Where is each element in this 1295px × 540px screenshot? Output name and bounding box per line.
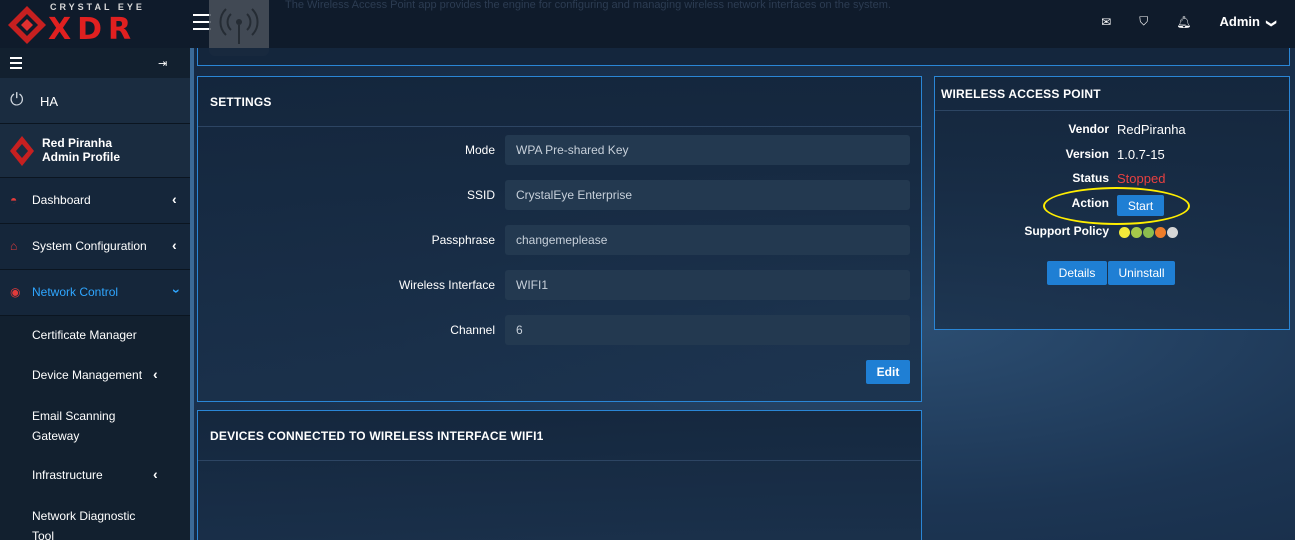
top-bar: CRYSTAL EYE XDR The Wireless Access Poin… [0,0,1295,56]
admin-label: Admin [1219,14,1260,29]
support-dot [1143,227,1154,238]
vendor-label: Vendor [1068,122,1109,136]
sidebar-toolbar: ⇥ [0,48,190,78]
sidebar-item-label: Dashboard [32,193,91,207]
sidebar: ⇥ ⏻ HA Red Piranha Admin Profile ◓ Dashb… [0,48,190,540]
crystal-eye-logo[interactable]: CRYSTAL EYE XDR [0,0,190,48]
support-dot [1167,227,1178,238]
app-description: The Wireless Access Point app provides t… [285,0,891,11]
sidebar-collapse-icon[interactable] [10,57,22,72]
uninstall-button[interactable]: Uninstall [1108,261,1175,285]
wireless-interface-field[interactable] [505,270,910,300]
devices-panel: DEVICES CONNECTED TO WIRELESS INTERFACE … [197,410,922,540]
wireless-interface-label: Wireless Interface [398,278,495,292]
settings-panel: SETTINGS Mode SSID Passphrase Wireless I… [197,76,922,402]
support-dot [1119,227,1130,238]
sidebar-item-network-control[interactable]: ◉ Network Control ‹ [0,270,190,316]
form-row-passphrase: Passphrase [198,225,923,255]
support-policy-indicator [1119,227,1178,238]
power-icon: ⏻ [10,90,24,109]
chevron-left-icon: ‹ [172,191,177,207]
version-label: Version [1065,147,1109,161]
app-info-panel [197,48,1290,66]
mode-field[interactable] [505,135,910,165]
sidebar-item-label: System Configuration [32,239,147,253]
sidebar-item-system-configuration[interactable]: ⌂ System Configuration ‹ [0,224,190,270]
profile-logo-icon [10,136,34,166]
admin-menu[interactable]: Admin ❯ [1219,14,1277,29]
channel-field[interactable] [505,315,910,345]
sidebar-subitem-label: Infrastructure [32,468,103,482]
sidebar-subitem-device-management[interactable]: Device Management ‹ [0,356,190,396]
action-label: Action [1071,196,1109,210]
chevron-left-icon: ‹ [153,366,158,382]
sidebar-profile[interactable]: Red Piranha Admin Profile [0,124,190,178]
status-row: Status Stopped [935,168,1291,188]
sidebar-subitem-label: Email Scanning Gateway [32,409,116,443]
bell-icon[interactable]: 🔔︎ [1176,15,1191,29]
logo-main-text: XDR [48,12,138,47]
sidebar-scrollbar[interactable] [190,48,194,540]
chevron-left-icon: ‹ [172,237,177,253]
home-icon: ⌂ [10,239,18,253]
version-value: 1.0.7-15 [1117,147,1165,162]
start-button[interactable]: Start [1117,195,1164,216]
shield-icon[interactable]: ⛉ [1139,14,1148,29]
mail-icon[interactable]: ✉ [1101,15,1111,29]
profile-role: Admin Profile [42,150,121,164]
support-dot [1155,227,1166,238]
status-value: Stopped [1117,171,1166,186]
passphrase-field[interactable] [505,225,910,255]
sidebar-subitem-label: Network Diagnostic Tool [32,509,136,540]
devices-title: DEVICES CONNECTED TO WIRELESS INTERFACE … [198,411,921,461]
sidebar-item-ha[interactable]: ⏻ HA [0,78,190,124]
top-right-controls: ✉ ⛉ 🔔︎ Admin ❯ [1101,14,1277,29]
sidebar-subitem-certificate-manager[interactable]: Certificate Manager [0,316,190,356]
form-row-channel: Channel [198,315,923,345]
ssid-field[interactable] [505,180,910,210]
sidebar-subitem-network-diagnostic-tool[interactable]: Network Diagnostic Tool [0,496,190,540]
sidebar-subitem-label: Device Management [32,368,143,382]
passphrase-label: Passphrase [431,233,495,247]
sidebar-item-dashboard[interactable]: ◓ Dashboard ‹ [0,178,190,224]
ha-label: HA [40,94,59,109]
sidebar-item-label: Network Control [32,285,119,299]
support-policy-label: Support Policy [1024,224,1109,238]
wap-title: WIRELESS ACCESS POINT [935,77,1289,111]
status-label: Status [1072,171,1109,185]
form-row-mode: Mode [198,135,923,165]
wireless-access-point-panel: WIRELESS ACCESS POINT Vendor RedPiranha … [934,76,1290,330]
sidebar-subitem-infrastructure[interactable]: Infrastructure ‹ [0,456,190,496]
version-row: Version 1.0.7-15 [935,144,1291,164]
logo-top-text: CRYSTAL EYE [50,2,145,12]
action-row: Action [935,193,1291,213]
support-dot [1131,227,1142,238]
ssid-label: SSID [466,188,495,202]
form-row-wireless-interface: Wireless Interface [198,270,923,300]
form-row-ssid: SSID [198,180,923,210]
details-button[interactable]: Details [1047,261,1107,285]
mode-label: Mode [464,143,495,157]
logo-diamond-icon [8,6,46,44]
network-icon: ◉ [10,285,21,299]
chevron-left-icon: ‹ [153,466,158,482]
chevron-down-icon: ❯ [1265,19,1277,28]
profile-name: Red Piranha [42,136,113,150]
chevron-down-icon: ‹ [166,288,183,294]
support-policy-row: Support Policy [935,221,1291,241]
dashboard-icon: ◓ [10,193,18,207]
sidebar-subitem-label: Certificate Manager [32,328,137,342]
vendor-row: Vendor RedPiranha [935,119,1291,139]
logout-icon[interactable]: ⇥ [158,57,167,70]
edit-button[interactable]: Edit [866,360,910,384]
channel-label: Channel [450,323,495,337]
sidebar-subitem-email-scanning-gateway[interactable]: Email Scanning Gateway [0,396,190,456]
settings-title: SETTINGS [198,77,921,127]
vendor-value: RedPiranha [1117,122,1186,137]
